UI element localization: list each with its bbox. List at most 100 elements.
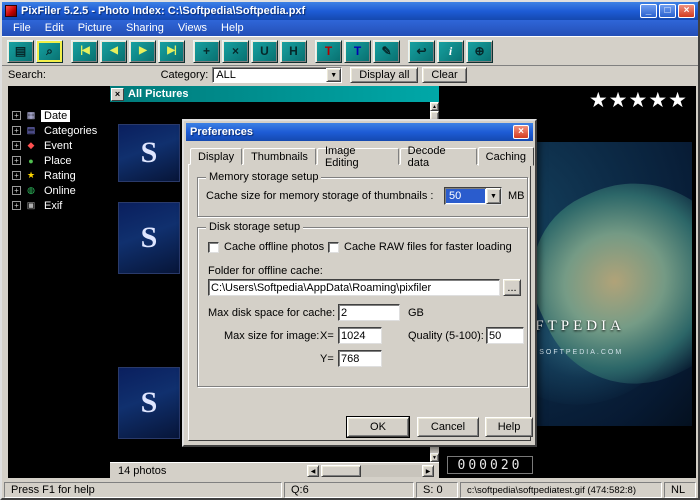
cache-offline-checkbox[interactable] bbox=[208, 242, 219, 253]
y-label: Y= bbox=[320, 353, 334, 365]
sidebar-item-label: Rating bbox=[41, 170, 79, 182]
expand-icon[interactable]: + bbox=[12, 111, 21, 120]
sidebar-item-categories[interactable]: + ▤ Categories bbox=[8, 123, 110, 138]
quality-label: Quality (5-100): bbox=[408, 330, 484, 342]
photo-count: 14 photos bbox=[110, 465, 174, 477]
chevron-down-icon[interactable]: ▼ bbox=[486, 188, 501, 204]
display-all-button[interactable]: Display all bbox=[350, 67, 418, 83]
menu-views[interactable]: Views bbox=[171, 21, 214, 35]
next-picture-button[interactable]: ▶ bbox=[129, 40, 156, 63]
tab-thumbnails[interactable]: Thumbnails bbox=[243, 148, 316, 165]
text-tool-blue-button[interactable]: T bbox=[344, 40, 371, 63]
offline-folder-input[interactable] bbox=[208, 279, 500, 296]
sidebar-item-online[interactable]: + ◍ Online bbox=[8, 183, 110, 198]
scroll-left-icon[interactable]: ◀ bbox=[307, 465, 319, 477]
delete-picture-button[interactable]: × bbox=[222, 40, 249, 63]
window-title: PixFiler 5.2.5 - Photo Index: C:\Softped… bbox=[21, 5, 638, 17]
add-picture-button[interactable]: + bbox=[193, 40, 220, 63]
cache-raw-label: Cache RAW files for faster loading bbox=[344, 241, 512, 253]
clear-button[interactable]: Clear bbox=[422, 67, 466, 83]
date-icon: ▦ bbox=[25, 110, 37, 121]
scroll-up-icon[interactable]: ▲ bbox=[430, 102, 439, 111]
caching-tab-page: Memory storage setup Cache size for memo… bbox=[188, 164, 531, 441]
help-button[interactable]: Help bbox=[485, 417, 533, 437]
last-picture-button[interactable]: ▶| bbox=[158, 40, 185, 63]
memory-storage-group: Memory storage setup Cache size for memo… bbox=[197, 177, 528, 217]
tab-display[interactable]: Display bbox=[190, 148, 242, 165]
status-file-info: c:\softpedia\softpediatest.gif (474:582:… bbox=[460, 482, 662, 498]
tab-decode-data[interactable]: Decode data bbox=[400, 148, 477, 165]
menu-help[interactable]: Help bbox=[214, 21, 251, 35]
scroll-right-icon[interactable]: ▶ bbox=[422, 465, 434, 477]
maximize-button[interactable]: □ bbox=[659, 4, 676, 18]
menu-file[interactable]: File bbox=[6, 21, 38, 35]
web-button[interactable]: ⊕ bbox=[466, 40, 493, 63]
expand-icon[interactable]: + bbox=[12, 201, 21, 210]
tab-caching[interactable]: Caching bbox=[478, 147, 534, 166]
x-label: X= bbox=[320, 330, 334, 342]
edit-picture-button[interactable]: ✎ bbox=[373, 40, 400, 63]
browse-button[interactable]: ... bbox=[503, 279, 521, 296]
online-icon: ◍ bbox=[25, 185, 37, 196]
info-button[interactable]: i bbox=[437, 40, 464, 63]
max-x-input[interactable] bbox=[338, 327, 382, 344]
sidebar-item-label: Categories bbox=[41, 125, 100, 137]
attach-button[interactable]: U bbox=[251, 40, 278, 63]
expand-icon[interactable]: + bbox=[12, 126, 21, 135]
dialog-close-button[interactable]: × bbox=[513, 125, 529, 139]
disk-group-title: Disk storage setup bbox=[206, 221, 303, 233]
sidebar-item-event[interactable]: + ◆ Event bbox=[8, 138, 110, 153]
expand-icon[interactable]: + bbox=[12, 171, 21, 180]
categories-icon: ▤ bbox=[25, 125, 37, 136]
tab-image-editing[interactable]: Image Editing bbox=[317, 148, 399, 165]
thumbnail[interactable]: S bbox=[118, 124, 180, 182]
close-button[interactable]: × bbox=[678, 4, 695, 18]
offline-folder-label: Folder for offline cache: bbox=[208, 265, 323, 277]
horizontal-scrollbar[interactable]: ◀ ▶ bbox=[307, 465, 434, 477]
sidebar-item-label: Date bbox=[41, 110, 70, 122]
cancel-button[interactable]: Cancel bbox=[417, 417, 479, 437]
max-y-input[interactable] bbox=[338, 350, 382, 367]
scrollbar-thumb[interactable] bbox=[321, 465, 361, 477]
ok-button[interactable]: OK bbox=[347, 417, 409, 437]
search-label: Search: bbox=[8, 69, 46, 81]
expand-icon[interactable]: + bbox=[12, 141, 21, 150]
sidebar-item-rating[interactable]: + ★ Rating bbox=[8, 168, 110, 183]
close-panel-icon[interactable]: × bbox=[111, 88, 124, 101]
rating-stars[interactable]: ★★★★★ bbox=[589, 88, 688, 113]
max-disk-unit: GB bbox=[408, 307, 424, 319]
scroll-down-icon[interactable]: ▼ bbox=[430, 453, 439, 462]
sidebar-item-date[interactable]: + ▦ Date bbox=[8, 108, 110, 123]
star-icon: ★ bbox=[25, 170, 37, 181]
cache-size-label: Cache size for memory storage of thumbna… bbox=[206, 190, 433, 202]
picture-list-footer: 14 photos ◀ ▶ bbox=[110, 462, 439, 478]
search-button[interactable]: ⌕ bbox=[36, 40, 63, 63]
quality-input[interactable] bbox=[486, 327, 524, 344]
thumbnail[interactable]: S bbox=[118, 367, 180, 439]
expand-icon[interactable]: + bbox=[12, 186, 21, 195]
rotate-button[interactable]: ↩ bbox=[408, 40, 435, 63]
toolbar: ▤ ⌕ |◀ ◀ ▶ ▶| + × U H T T ✎ ↩ i ⊕ bbox=[2, 36, 698, 66]
max-size-label: Max size for image: bbox=[224, 330, 319, 342]
category-select[interactable]: ALL ▼ bbox=[212, 67, 342, 83]
event-icon: ◆ bbox=[25, 140, 37, 151]
minimize-button[interactable]: _ bbox=[640, 4, 657, 18]
sidebar-item-place[interactable]: + ● Place bbox=[8, 153, 110, 168]
thumbnail[interactable]: S bbox=[118, 202, 180, 274]
picture-counter: 000020 bbox=[447, 456, 533, 474]
expand-icon[interactable]: + bbox=[12, 156, 21, 165]
max-disk-input[interactable] bbox=[338, 304, 400, 321]
history-button[interactable]: H bbox=[280, 40, 307, 63]
first-picture-button[interactable]: |◀ bbox=[71, 40, 98, 63]
category-tree: + ▦ Date + ▤ Categories + ◆ Event + ● Pl… bbox=[8, 86, 110, 478]
chevron-down-icon[interactable]: ▼ bbox=[326, 68, 341, 82]
sidebar-item-exif[interactable]: + ▣ Exif bbox=[8, 198, 110, 213]
menu-sharing[interactable]: Sharing bbox=[119, 21, 171, 35]
text-tool-red-button[interactable]: T bbox=[315, 40, 342, 63]
menu-edit[interactable]: Edit bbox=[38, 21, 71, 35]
cache-size-combo[interactable]: 50 ▼ bbox=[444, 187, 502, 205]
menu-picture[interactable]: Picture bbox=[71, 21, 119, 35]
open-album-button[interactable]: ▤ bbox=[7, 40, 34, 63]
previous-picture-button[interactable]: ◀ bbox=[100, 40, 127, 63]
cache-raw-checkbox[interactable] bbox=[328, 242, 339, 253]
